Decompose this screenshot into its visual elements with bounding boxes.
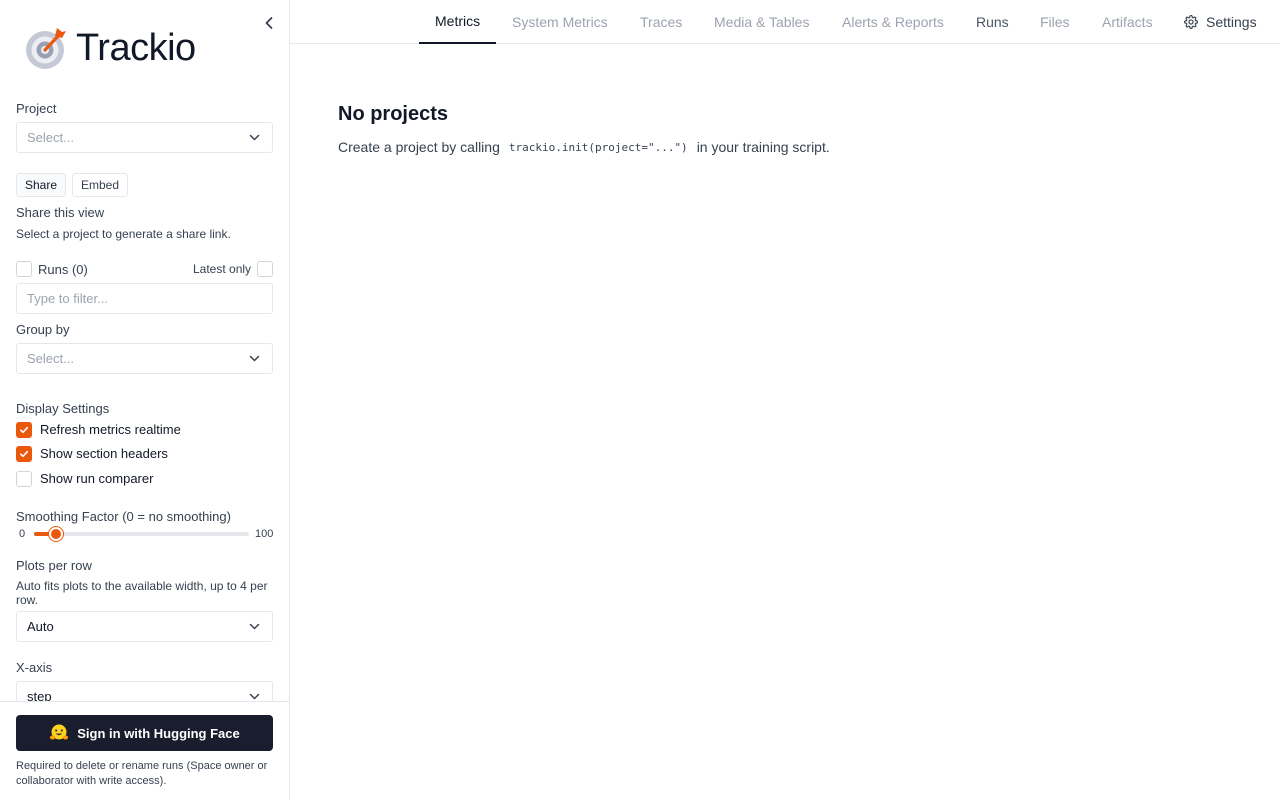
desc-before: Create a project by calling [338, 139, 500, 155]
gear-icon [1184, 15, 1198, 29]
hugging-face-icon [50, 724, 69, 740]
chevron-down-icon [249, 623, 260, 630]
app-logo: Trackio [24, 26, 196, 70]
chevron-down-icon [249, 134, 260, 141]
plots-per-row-value: Auto [27, 619, 54, 634]
desc-after: in your training script. [696, 139, 830, 155]
smoothing-slider-thumb[interactable] [48, 527, 63, 541]
display-settings-title: Display Settings [16, 401, 110, 416]
smoothing-max: 100 [255, 528, 274, 540]
runs-label: Runs (0) [38, 262, 88, 277]
empty-state-title: No projects [338, 103, 449, 125]
section-headers-checkbox[interactable] [16, 446, 32, 462]
tab-metrics[interactable]: Metrics [419, 0, 497, 44]
init-code-snippet: trackio.init(project="...") [508, 140, 688, 154]
run-comparer-label: Show run comparer [40, 471, 154, 486]
tab-runs[interactable]: Runs [976, 0, 1009, 44]
chevron-left-icon [265, 17, 273, 29]
smoothing-min: 0 [19, 528, 26, 540]
embed-tab[interactable]: Embed [72, 173, 129, 197]
tab-media-tables[interactable]: Media & Tables [714, 0, 809, 44]
latest-only-checkbox[interactable] [257, 261, 273, 277]
sidebar-footer: Sign in with Hugging Face Required to de… [0, 701, 289, 800]
chevron-down-icon [249, 355, 260, 362]
share-title: Share this view [16, 205, 105, 220]
project-select-value: Select... [27, 130, 74, 145]
tab-alerts-reports[interactable]: Alerts & Reports [842, 0, 944, 44]
tab-traces[interactable]: Traces [640, 0, 682, 44]
refresh-realtime-label: Refresh metrics realtime [40, 422, 181, 437]
sign-in-button[interactable]: Sign in with Hugging Face [16, 715, 273, 751]
group-by-select-value: Select... [27, 351, 74, 366]
sign-in-label: Sign in with Hugging Face [77, 725, 240, 741]
sidebar: Trackio Project Select... Share Embed Sh… [0, 0, 290, 800]
sign-in-note: Required to delete or rename runs (Space… [16, 760, 268, 787]
tab-files[interactable]: Files [1040, 0, 1070, 44]
collapse-sidebar-button[interactable] [258, 12, 280, 34]
check-icon [20, 450, 29, 458]
share-tab[interactable]: Share [16, 173, 67, 197]
plots-per-row-description: Auto fits plots to the available width, … [16, 579, 268, 607]
run-comparer-checkbox[interactable] [16, 471, 32, 487]
settings-label: Settings [1206, 14, 1257, 30]
project-select[interactable]: Select... [16, 122, 273, 153]
app-name: Trackio [76, 27, 196, 69]
top-nav: Metrics System Metrics Traces Media & Ta… [290, 0, 1280, 44]
refresh-realtime-checkbox[interactable] [16, 422, 32, 438]
runs-filter-input[interactable] [16, 283, 273, 314]
target-logo-icon [26, 28, 66, 69]
plots-per-row-select[interactable]: Auto [16, 611, 273, 642]
check-icon [20, 426, 29, 434]
project-label: Project [16, 101, 57, 116]
tab-artifacts[interactable]: Artifacts [1102, 0, 1153, 44]
group-by-label: Group by [16, 322, 70, 337]
latest-only-label: Latest only [193, 262, 252, 276]
plots-per-row-label: Plots per row [16, 558, 92, 573]
runs-select-all-checkbox[interactable] [16, 261, 32, 277]
smoothing-slider[interactable] [34, 527, 249, 541]
empty-state-description: Create a project by calling trackio.init… [338, 139, 830, 155]
tab-system-metrics[interactable]: System Metrics [512, 0, 608, 44]
section-headers-label: Show section headers [40, 446, 168, 461]
smoothing-label: Smoothing Factor (0 = no smoothing) [16, 509, 231, 524]
group-by-select[interactable]: Select... [16, 343, 273, 374]
x-axis-label: X-axis [16, 660, 53, 675]
tab-settings[interactable]: Settings [1184, 0, 1257, 44]
share-description: Select a project to generate a share lin… [16, 227, 231, 241]
